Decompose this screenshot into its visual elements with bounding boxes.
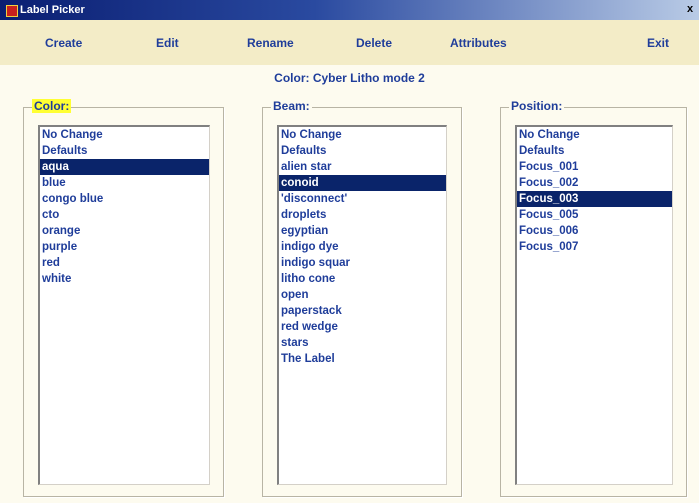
list-item[interactable]: egyptian bbox=[279, 223, 446, 239]
delete-button[interactable]: Delete bbox=[356, 36, 392, 50]
attributes-button[interactable]: Attributes bbox=[450, 36, 507, 50]
create-button[interactable]: Create bbox=[45, 36, 82, 50]
list-item[interactable]: Focus_003 bbox=[517, 191, 672, 207]
edit-button[interactable]: Edit bbox=[156, 36, 179, 50]
page-subtitle: Color: Cyber Litho mode 2 bbox=[274, 71, 425, 85]
list-item[interactable]: stars bbox=[279, 335, 446, 351]
list-item[interactable]: conoid bbox=[279, 175, 446, 191]
list-item[interactable]: No Change bbox=[517, 127, 672, 143]
app-icon bbox=[6, 5, 18, 17]
list-item[interactable]: indigo squar bbox=[279, 255, 446, 271]
color-group: Color: No Change Defaults aqua blue congo bl… bbox=[23, 99, 224, 497]
list-item[interactable]: Defaults bbox=[517, 143, 672, 159]
list-item[interactable]: Defaults bbox=[279, 143, 446, 159]
list-item[interactable]: Focus_002 bbox=[517, 175, 672, 191]
list-item[interactable]: open bbox=[279, 287, 446, 303]
list-item[interactable]: red bbox=[40, 255, 209, 271]
close-icon[interactable]: x bbox=[683, 2, 697, 16]
list-item[interactable]: Focus_007 bbox=[517, 239, 672, 255]
list-item[interactable]: Focus_005 bbox=[517, 207, 672, 223]
menu-bar: Create Edit Rename Delete Attributes Exi… bbox=[0, 20, 699, 65]
color-legend: Color: bbox=[32, 99, 72, 113]
title-bar: Label Picker x bbox=[0, 0, 699, 20]
list-item[interactable]: alien star bbox=[279, 159, 446, 175]
list-item[interactable]: red wedge bbox=[279, 319, 446, 335]
beam-listbox[interactable]: No Change Defaults alien star conoid'discon… bbox=[277, 125, 447, 485]
position-listbox[interactable]: No Change Defaults Focus_001 Focus_002 Focus… bbox=[515, 125, 673, 485]
window-title: Label Picker bbox=[20, 4, 85, 16]
beam-legend: Beam: bbox=[271, 99, 312, 113]
list-item[interactable]: indigo dye bbox=[279, 239, 446, 255]
list-item[interactable]: cto bbox=[40, 207, 209, 223]
list-item[interactable]: No Change bbox=[279, 127, 446, 143]
list-item[interactable]: Focus_001 bbox=[517, 159, 672, 175]
list-item[interactable]: white bbox=[40, 271, 209, 287]
list-item[interactable]: The Label bbox=[279, 351, 446, 367]
list-item[interactable]: purple bbox=[40, 239, 209, 255]
list-item[interactable]: litho cone bbox=[279, 271, 446, 287]
position-legend: Position: bbox=[509, 99, 565, 113]
list-item[interactable]: Defaults bbox=[40, 143, 209, 159]
list-item[interactable]: aqua bbox=[40, 159, 209, 175]
list-item[interactable]: paperstack bbox=[279, 303, 446, 319]
list-item[interactable]: congo blue bbox=[40, 191, 209, 207]
rename-button[interactable]: Rename bbox=[247, 36, 294, 50]
color-listbox[interactable]: No Change Defaults aqua blue congo blue cto or… bbox=[38, 125, 210, 485]
list-item[interactable]: blue bbox=[40, 175, 209, 191]
beam-group: Beam: No Change Defaults alien star conoid '… bbox=[262, 99, 462, 497]
exit-button[interactable]: Exit bbox=[647, 36, 669, 50]
list-item[interactable]: orange bbox=[40, 223, 209, 239]
list-item[interactable]: droplets bbox=[279, 207, 446, 223]
list-item[interactable]: 'disconnect' bbox=[279, 191, 446, 207]
list-item[interactable]: No Change bbox=[40, 127, 209, 143]
list-item[interactable]: Focus_006 bbox=[517, 223, 672, 239]
position-group: Position: No Change Defaults Focus_001 Focu… bbox=[500, 99, 687, 497]
